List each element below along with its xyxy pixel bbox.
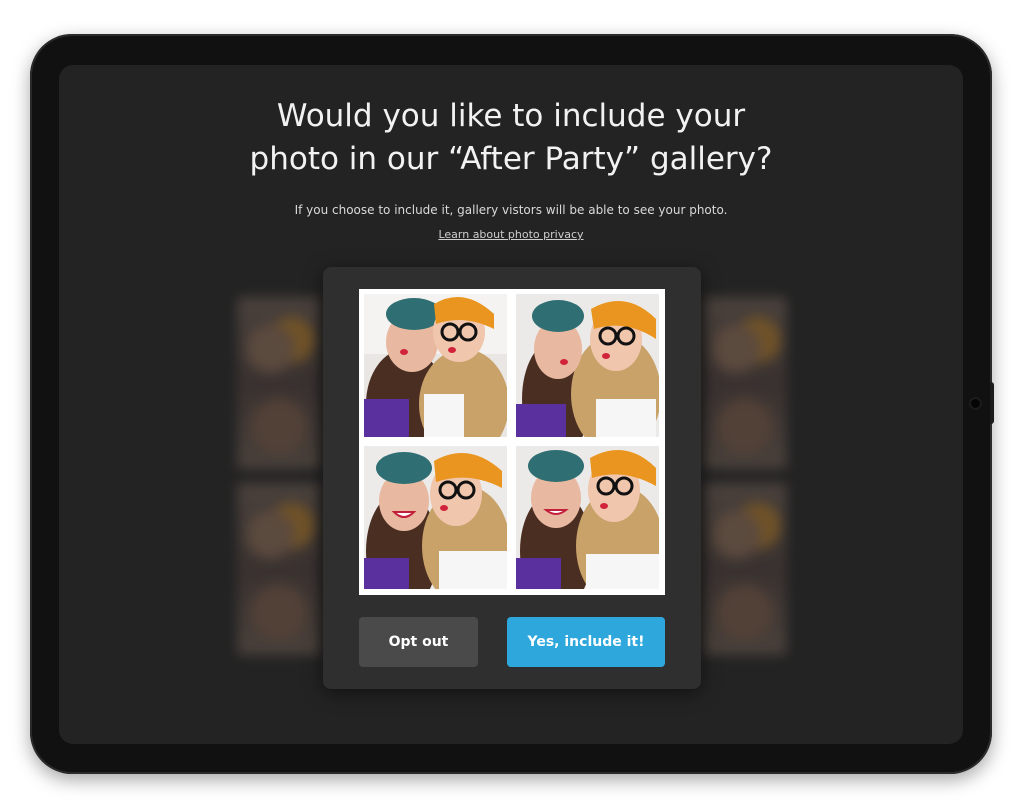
title-line-1: Would you like to include your xyxy=(276,98,746,134)
photo-strip xyxy=(359,289,665,595)
blurred-gallery-photo xyxy=(703,297,787,469)
include-photo-button[interactable]: Yes, include it! xyxy=(507,617,665,667)
blurred-gallery-photo xyxy=(237,297,321,469)
photo-bottom-right xyxy=(516,446,659,589)
tablet-side-button xyxy=(990,382,994,424)
photo-bottom-left xyxy=(364,446,507,589)
app-screen: Would you like to include your photo in … xyxy=(59,65,963,744)
page-title: Would you like to include your photo in … xyxy=(59,95,963,181)
blurred-gallery-photo xyxy=(703,483,787,655)
camera-icon xyxy=(969,397,982,410)
photo-confirm-card: Opt out Yes, include it! xyxy=(323,267,701,689)
subtitle: If you choose to include it, gallery vis… xyxy=(294,203,728,217)
privacy-link-container: Learn about photo privacy xyxy=(59,228,963,241)
privacy-link[interactable]: Learn about photo privacy xyxy=(438,228,583,241)
opt-out-button[interactable]: Opt out xyxy=(359,617,478,667)
blurred-gallery-photo xyxy=(237,483,321,655)
photo-top-right xyxy=(516,294,659,437)
title-line-2: photo in our “After Party” gallery? xyxy=(249,141,773,177)
photo-top-left xyxy=(364,294,507,437)
